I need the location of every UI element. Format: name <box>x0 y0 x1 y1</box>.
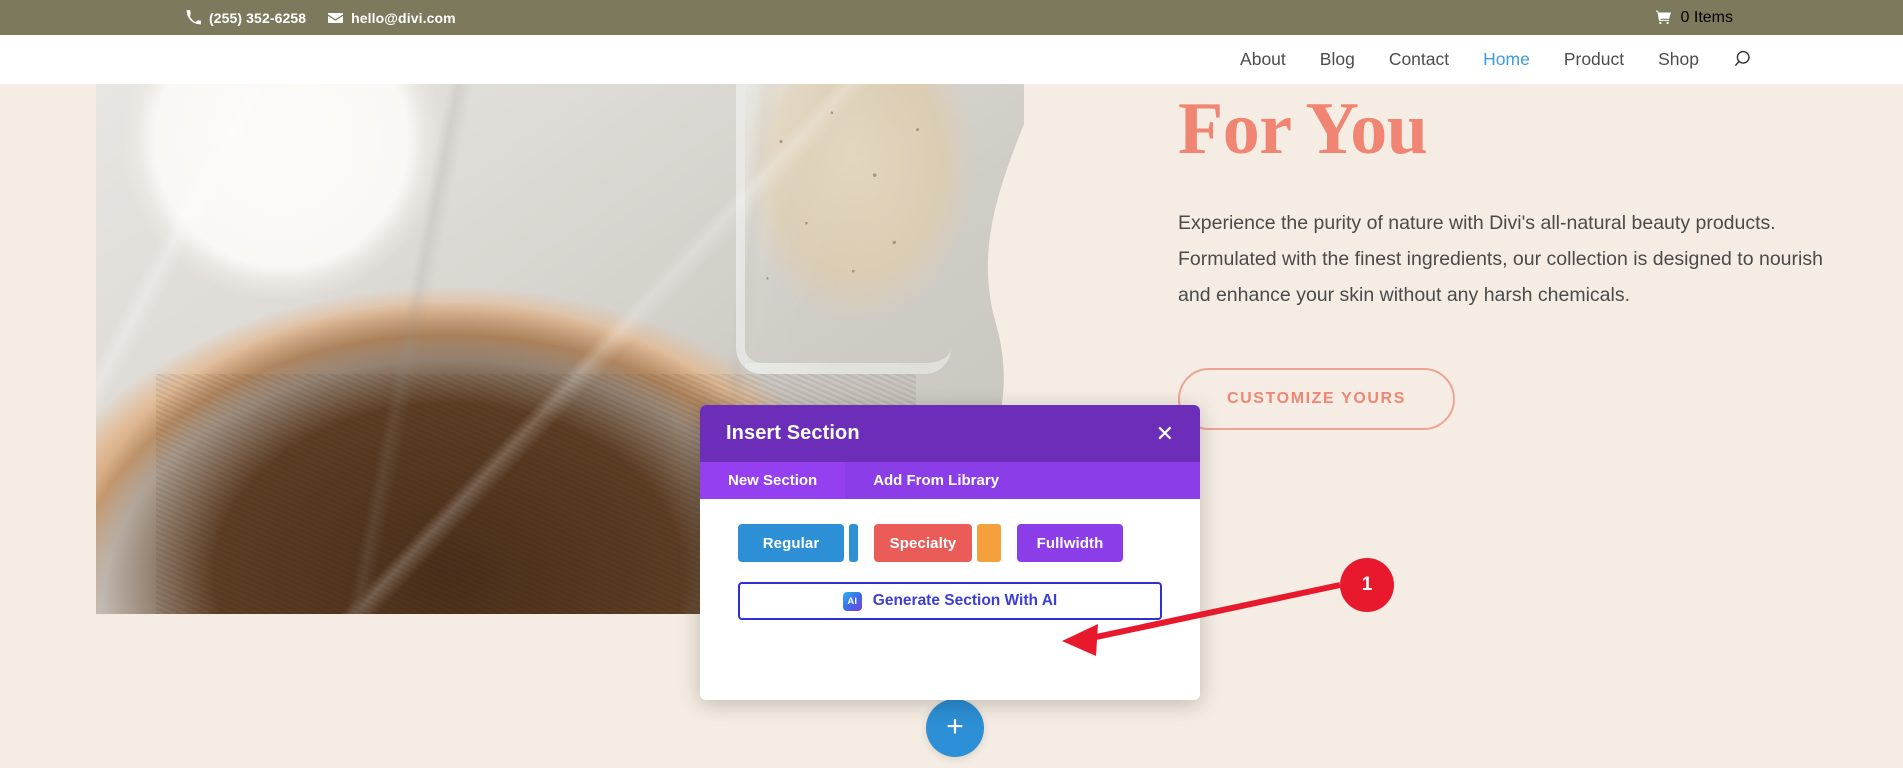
annotation-marker-1: 1 <box>1340 558 1394 612</box>
email-address: hello@divi.com <box>351 9 456 26</box>
envelope-icon <box>328 10 344 25</box>
browser-viewport: (255) 352-6258 hello@divi.com 0 Items Ab… <box>0 0 1903 768</box>
tab-new-section[interactable]: New Section <box>700 462 846 499</box>
phone-number: (255) 352-6258 <box>209 9 307 26</box>
specialty-section-button[interactable]: Specialty <box>874 524 972 562</box>
nav-item-shop[interactable]: Shop <box>1641 35 1716 84</box>
ai-badge-icon: AI <box>842 591 862 611</box>
fullwidth-section-button[interactable]: Fullwidth <box>1017 524 1123 562</box>
modal-title: Insert Section <box>726 422 860 444</box>
phone-icon <box>186 10 201 25</box>
insert-section-modal: Insert Section ✕ New Section Add From Li… <box>700 405 1200 700</box>
nav-item-home[interactable]: Home <box>1466 35 1547 84</box>
top-utility-bar: (255) 352-6258 hello@divi.com 0 Items <box>0 0 1903 35</box>
nav-item-product[interactable]: Product <box>1547 35 1641 84</box>
cart-group[interactable]: 0 Items <box>1655 8 1733 27</box>
topbar-contact-group: (255) 352-6258 hello@divi.com <box>186 10 456 26</box>
nav-links: About Blog Contact Home Product Shop <box>1223 35 1755 84</box>
email-contact[interactable]: hello@divi.com <box>328 10 456 26</box>
shopping-cart-icon <box>1655 10 1671 25</box>
modal-header: Insert Section ✕ <box>700 405 1200 462</box>
modal-tab-bar: New Section Add From Library <box>700 462 1200 499</box>
cart-item-count: 0 Items <box>1680 8 1733 26</box>
regular-section-button[interactable]: Regular <box>738 524 844 562</box>
modal-body: Regular Specialty Fullwidth AI Generate … <box>700 499 1200 620</box>
regular-section-accent-tab[interactable] <box>849 524 858 562</box>
generate-with-ai-label: Generate Section With AI <box>872 592 1058 609</box>
tab-add-from-library[interactable]: Add From Library <box>845 462 1027 499</box>
customize-yours-button[interactable]: CUSTOMIZE YOURS <box>1178 368 1455 430</box>
hero-text-block: For You Experience the purity of nature … <box>1178 84 1838 430</box>
section-type-row: Regular Specialty Fullwidth <box>738 524 1162 562</box>
add-section-button[interactable]: + <box>926 699 984 757</box>
nav-item-blog[interactable]: Blog <box>1303 35 1372 84</box>
nav-item-about[interactable]: About <box>1223 35 1303 84</box>
phone-contact[interactable]: (255) 352-6258 <box>186 10 306 26</box>
main-navigation: About Blog Contact Home Product Shop <box>0 35 1903 84</box>
generate-section-with-ai-button[interactable]: AI Generate Section With AI <box>738 582 1162 620</box>
specialty-section-accent-tab[interactable] <box>977 524 1001 562</box>
plus-icon: + <box>946 709 964 743</box>
close-icon[interactable]: ✕ <box>1154 419 1176 449</box>
hero-description: Experience the purity of nature with Div… <box>1178 212 1823 306</box>
nav-item-contact[interactable]: Contact <box>1372 35 1466 84</box>
search-icon[interactable] <box>1734 49 1755 70</box>
annotation-number: 1 <box>1361 574 1373 595</box>
page-title: For You <box>1178 88 1428 170</box>
